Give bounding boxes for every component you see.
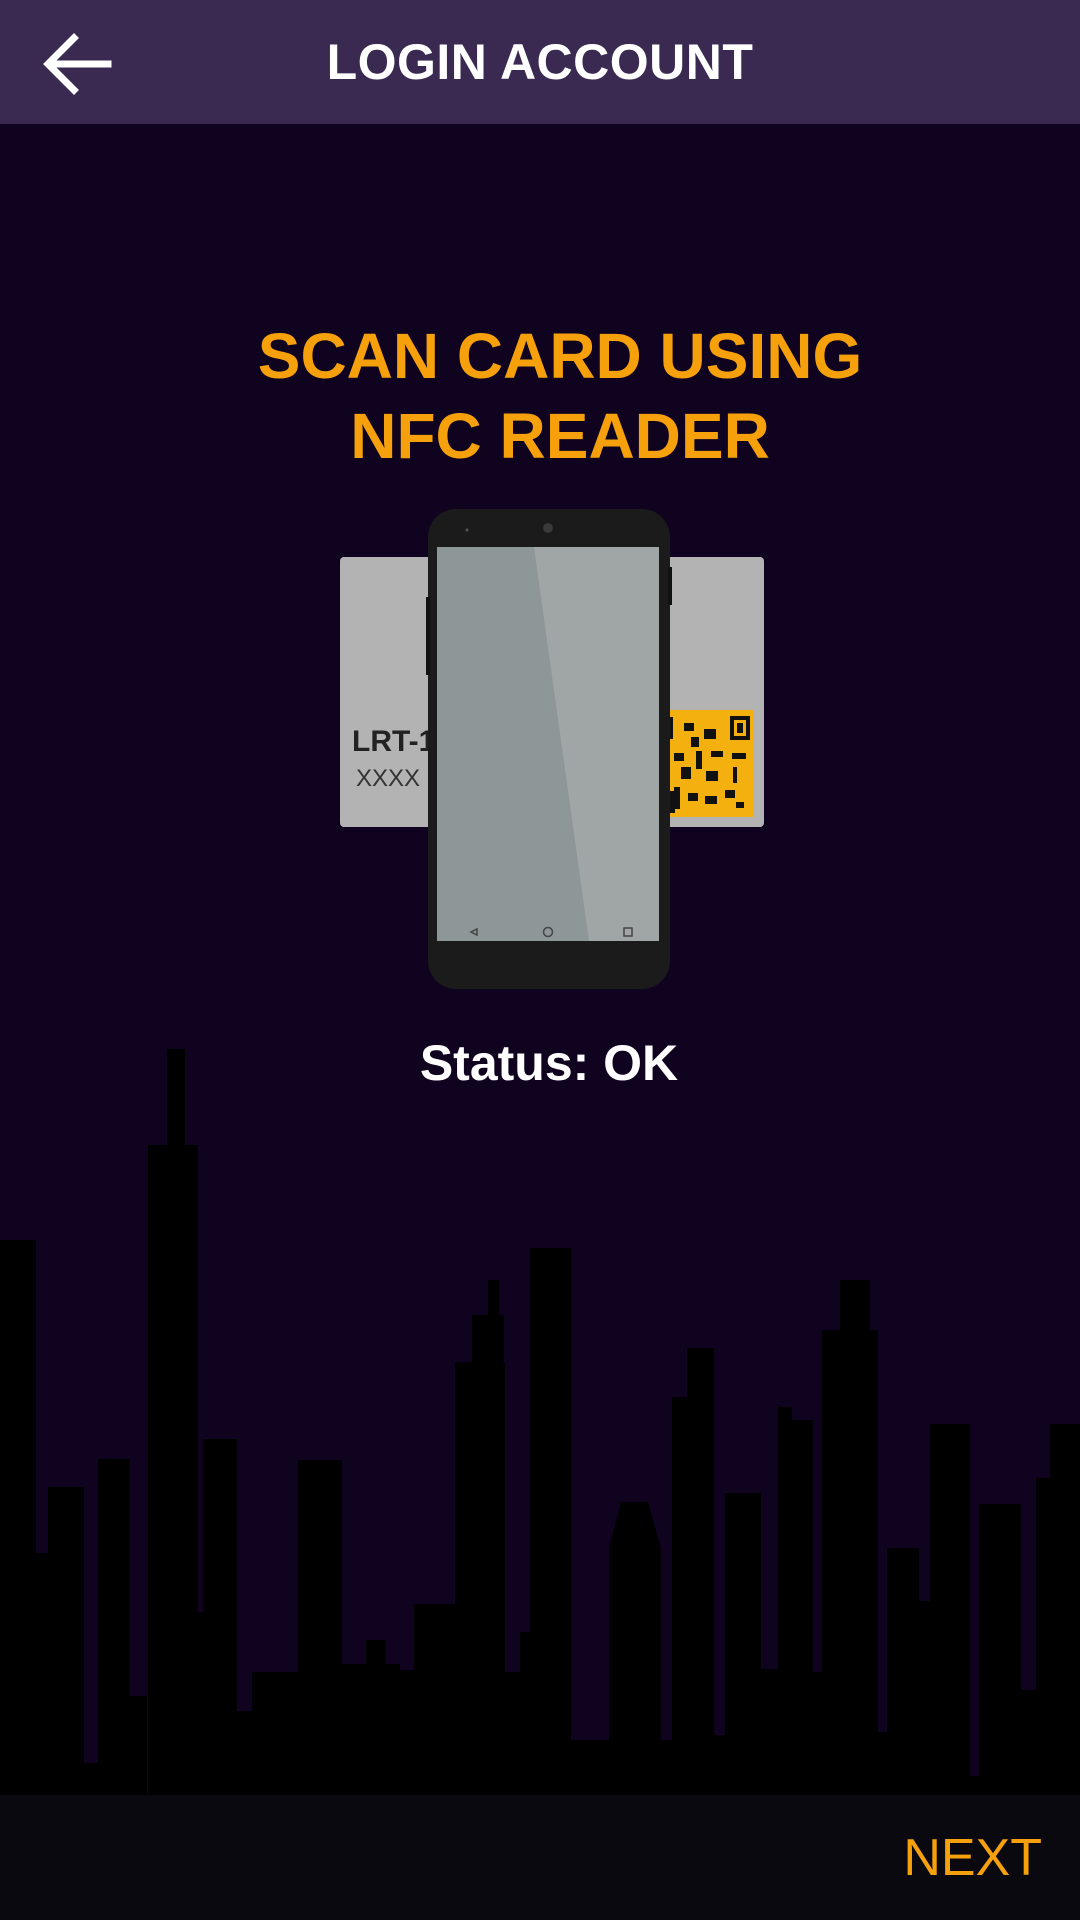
next-button[interactable]: NEXT: [903, 1795, 1042, 1920]
bottom-bar: NEXT: [0, 1795, 1080, 1920]
card-title-text: LRT-1: [352, 725, 435, 758]
heading-line-1: SCAN CARD USING: [257, 320, 863, 392]
scan-instruction-heading: SCAN CARD USING NFC READER: [0, 316, 1080, 476]
qr-code-icon: [656, 710, 754, 817]
page-title: LOGIN ACCOUNT: [326, 34, 754, 90]
nfc-scan-illustration: LRT-1 XXXX: [340, 509, 764, 989]
phone-illustration: [426, 509, 672, 989]
heading-line-2: NFC READER: [350, 400, 770, 472]
card-number-text: XXXX: [356, 765, 420, 792]
city-skyline-background: [0, 1049, 1080, 1800]
app-bar: LOGIN ACCOUNT: [0, 0, 1080, 124]
login-nfc-screen: LOGIN ACCOUNT SCAN CARD USING NFC READER…: [0, 0, 1080, 1920]
